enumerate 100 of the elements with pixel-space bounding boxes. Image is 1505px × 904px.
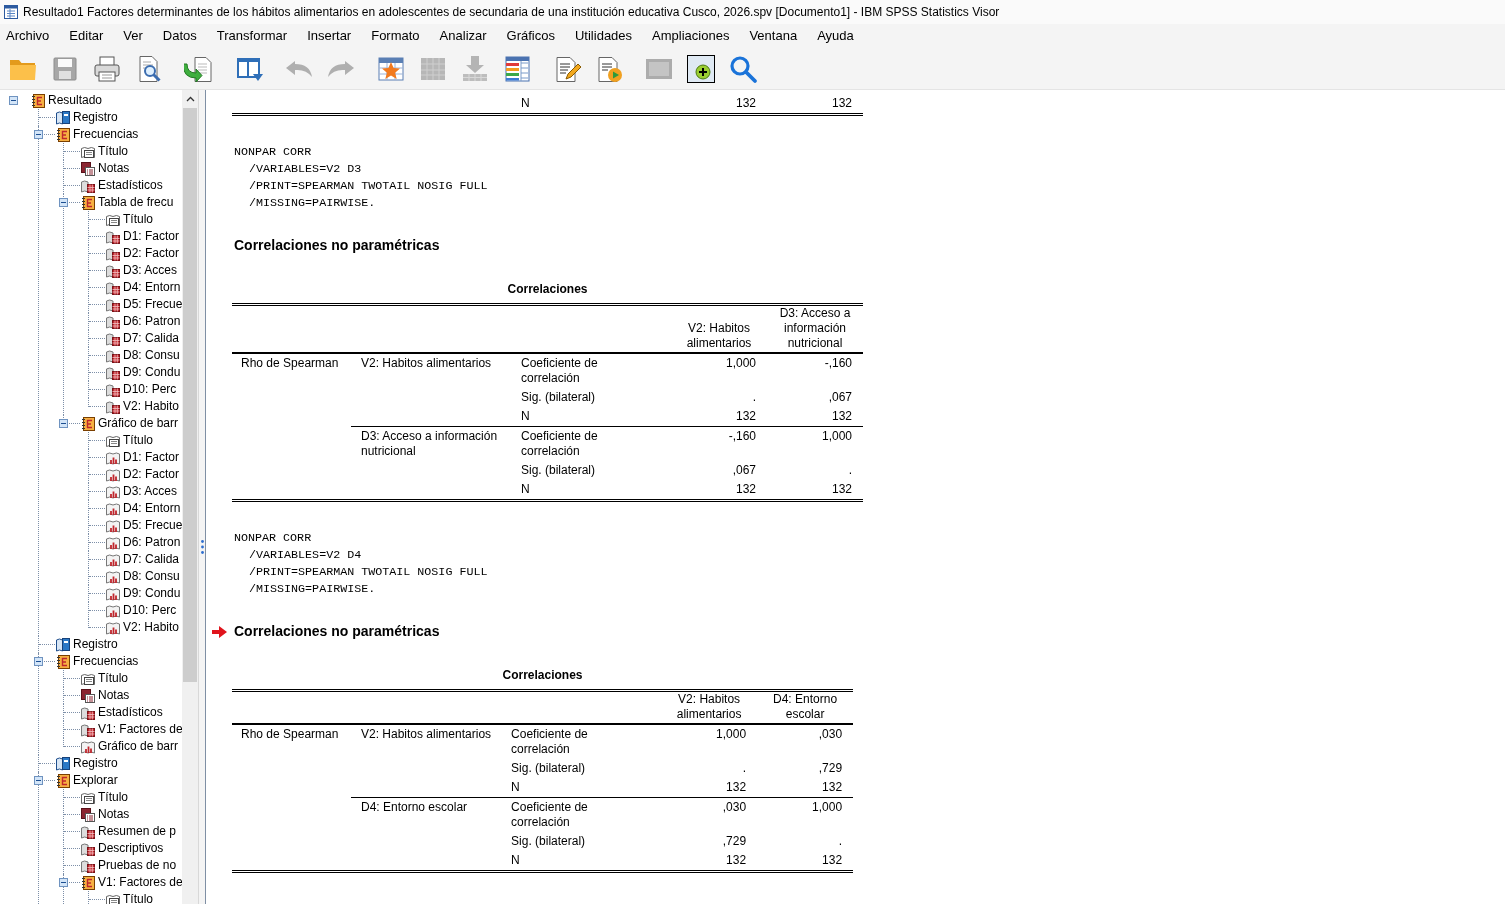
menu-item[interactable]: Ayuda: [807, 25, 864, 47]
tree-item[interactable]: D1: Factor: [123, 449, 179, 466]
tree-item[interactable]: Título: [123, 211, 153, 228]
tree-item[interactable]: Tabla de frecu: [98, 194, 174, 211]
tree-item[interactable]: Notas: [98, 160, 130, 177]
tree-item[interactable]: Pruebas de no: [98, 857, 177, 874]
notes-icon: [80, 687, 96, 704]
tree-item[interactable]: Resultado: [48, 92, 103, 109]
tree-item[interactable]: D8: Consu: [123, 568, 180, 585]
minus-box-icon[interactable]: [59, 198, 68, 207]
tree-item[interactable]: D5: Frecue: [123, 517, 182, 534]
tree-item[interactable]: Frecuencias: [73, 126, 139, 143]
tree-item[interactable]: Explorar: [73, 772, 118, 789]
tree-item[interactable]: D9: Condu: [123, 585, 181, 602]
window-title: Resultado1 Factores determinantes de los hábitos alimentarios en adolescentes de secundaria de una institución educativa Cusco, 2026.spv [Documento1] - IBM SPSS Statistics Visor: [23, 5, 1000, 19]
statistic-label: Sig. (bilateral): [511, 761, 587, 776]
tree-item[interactable]: Resumen de p: [98, 823, 177, 840]
menu-item[interactable]: Insertar: [297, 25, 362, 47]
statistic-label: N: [511, 853, 521, 868]
tree-item[interactable]: D7: Calida: [123, 551, 180, 568]
menu-item[interactable]: Analizar: [429, 25, 497, 47]
tree-item[interactable]: D9: Condu: [123, 364, 181, 381]
tree-item[interactable]: Notas: [98, 806, 130, 823]
syntax-line: /VARIABLES=V2 D3: [249, 161, 362, 178]
table-value: 132: [831, 96, 852, 110]
tree-item[interactable]: Título: [98, 789, 128, 806]
column-header: V2: Habitos alimentarios: [675, 692, 743, 722]
variable-label: V2: Habitos alimentarios: [361, 727, 492, 742]
table-value: 132: [822, 780, 843, 794]
menu-item[interactable]: Datos: [152, 25, 207, 47]
menu-item[interactable]: Ventana: [739, 25, 808, 47]
tree-item[interactable]: D3: Acces: [123, 483, 178, 500]
table-value: -,160: [824, 356, 852, 370]
minus-box-icon[interactable]: [34, 776, 43, 785]
menu-item[interactable]: Gráficos: [496, 25, 565, 47]
tree-item[interactable]: D4: Entorn: [123, 279, 181, 296]
notebook-icon: [55, 653, 71, 670]
tree-item[interactable]: D2: Factor: [123, 245, 179, 262]
menu-item[interactable]: Editar: [59, 25, 114, 47]
tree-item[interactable]: D3: Acces: [123, 262, 178, 279]
menu-item[interactable]: Utilidades: [565, 25, 643, 47]
table-icon: [105, 296, 121, 313]
tree-item[interactable]: Descriptivos: [98, 840, 164, 857]
table-icon: [80, 823, 96, 840]
minus-box-icon[interactable]: [59, 878, 68, 887]
tree-item[interactable]: Registro: [73, 755, 118, 772]
minus-box-icon[interactable]: [34, 130, 43, 139]
tree-item[interactable]: D10: Perc: [123, 381, 177, 398]
menu-item[interactable]: Formato: [361, 25, 430, 47]
notebook-icon: [80, 194, 96, 211]
minus-box-icon[interactable]: [34, 657, 43, 666]
tree-item[interactable]: D6: Patron: [123, 313, 181, 330]
tree-item[interactable]: Notas: [98, 687, 130, 704]
tree-item[interactable]: V1: Factores de: [98, 721, 182, 738]
tree-item[interactable]: V2: Habito: [123, 619, 180, 636]
section-heading[interactable]: Correlaciones no paramétricas: [234, 237, 440, 254]
method-label: Rho de Spearman: [241, 356, 339, 370]
tree-item[interactable]: Gráfico de barr: [98, 415, 179, 432]
grip-dots-icon[interactable]: [200, 540, 204, 554]
notes-icon: [80, 806, 96, 823]
menu-item[interactable]: Archivo: [0, 25, 60, 47]
scrollbar-thumb[interactable]: [183, 108, 197, 682]
tree-item[interactable]: D4: Entorn: [123, 500, 181, 517]
tree-item[interactable]: Estadísticos: [98, 704, 163, 721]
minus-box-icon[interactable]: [59, 419, 68, 428]
minus-box-icon[interactable]: [9, 96, 18, 105]
statistic-label: Coeficiente de correlación: [521, 356, 599, 386]
tree-item[interactable]: D1: Factor: [123, 228, 179, 245]
tree-item[interactable]: Registro: [73, 109, 118, 126]
column-header: D4: Entorno escolar: [772, 692, 839, 722]
tree-item[interactable]: Frecuencias: [73, 653, 139, 670]
tree-item[interactable]: D10: Perc: [123, 602, 177, 619]
menu-item[interactable]: Transformar: [206, 25, 298, 47]
tree-item[interactable]: D5: Frecue: [123, 296, 182, 313]
tree-item[interactable]: Título: [123, 891, 153, 904]
menu-item[interactable]: Ampliaciones: [642, 25, 740, 47]
tree-item[interactable]: V2: Habito: [123, 398, 180, 415]
tree-item[interactable]: D6: Patron: [123, 534, 181, 551]
tree-item[interactable]: Estadísticos: [98, 177, 163, 194]
bar-chart-icon: [105, 500, 121, 517]
table-icon: [105, 330, 121, 347]
bar-chart-icon: [105, 466, 121, 483]
statistic-label: Coeficiente de correlación: [511, 727, 589, 757]
chevron-up-icon[interactable]: [185, 95, 195, 102]
table-icon: [80, 177, 96, 194]
tree-item[interactable]: Gráfico de barr: [98, 738, 179, 755]
tree-item[interactable]: Título: [98, 143, 128, 160]
menu-item[interactable]: Ver: [113, 25, 153, 47]
tree-item[interactable]: Título: [123, 432, 153, 449]
tree-item[interactable]: D7: Calida: [123, 330, 180, 347]
tree-item[interactable]: D2: Factor: [123, 466, 179, 483]
tree-item[interactable]: Título: [98, 670, 128, 687]
statistic-label: N: [511, 780, 521, 795]
vertical-scrollbar[interactable]: [182, 90, 198, 904]
tree-item[interactable]: D8: Consu: [123, 347, 180, 364]
tree-item[interactable]: V1: Factores de: [98, 874, 182, 891]
section-heading[interactable]: Correlaciones no paramétricas: [234, 623, 440, 640]
table-value: 132: [735, 96, 756, 110]
tree-item[interactable]: Registro: [73, 636, 118, 653]
table-value: 132: [735, 482, 756, 496]
